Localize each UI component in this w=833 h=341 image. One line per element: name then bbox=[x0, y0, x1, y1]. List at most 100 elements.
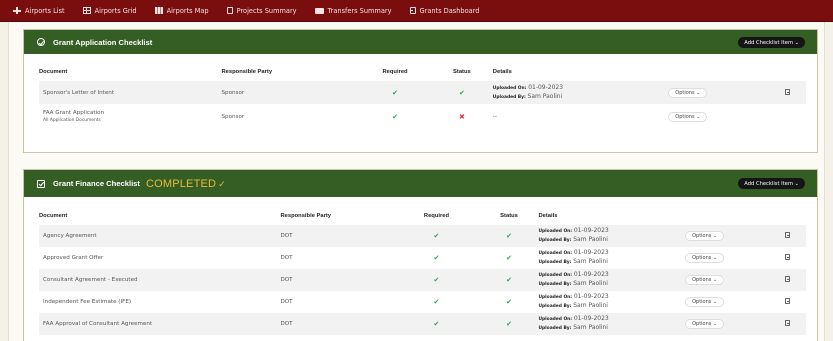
uploaded-on-label: Uploaded On: bbox=[538, 295, 573, 300]
grant-finance-card: Grant Finance Checklist COMPLETED ✓ Add C… bbox=[23, 169, 818, 341]
status-check-icon: ✔ bbox=[506, 276, 512, 284]
nav-label: Airports List bbox=[25, 6, 65, 15]
details-cell: Uploaded On: 01-09-2023 Uploaded By: Sam… bbox=[538, 247, 685, 269]
grid-icon bbox=[82, 7, 91, 14]
top-navigation: Airports List Airports Grid Airports Map… bbox=[0, 0, 833, 22]
document-subtitle: All Application Documents bbox=[43, 118, 101, 123]
circle-check-icon bbox=[37, 38, 45, 46]
responsible-party: Sponsor bbox=[221, 81, 360, 104]
uploaded-on-value: 01-09-2023 bbox=[573, 249, 609, 256]
uploaded-by-value: Sam Paolini bbox=[573, 280, 608, 287]
responsible-party: DOT bbox=[280, 269, 394, 291]
file-icon[interactable] bbox=[784, 276, 790, 282]
responsible-party: DOT bbox=[280, 299, 293, 305]
completed-badge: COMPLETED ✓ bbox=[146, 178, 226, 190]
completed-label: COMPLETED bbox=[145, 177, 217, 190]
required-check-icon: ✔ bbox=[433, 320, 440, 328]
options-button[interactable]: Options ⌄ bbox=[668, 111, 708, 122]
document-name: FAA Grant Application bbox=[43, 110, 105, 116]
table-row: Sponsor's Letter of Intent Sponsor ✔ ✔ U… bbox=[39, 81, 806, 104]
column-header: Responsible Party bbox=[280, 213, 332, 219]
square-check-icon bbox=[37, 179, 45, 188]
nav-grants-dashboard[interactable]: Grants Dashboard bbox=[401, 0, 489, 22]
grant-finance-header: Grant Finance Checklist COMPLETED ✓ Add C… bbox=[24, 170, 817, 197]
file-icon[interactable] bbox=[784, 88, 790, 95]
uploaded-by-label: Uploaded By: bbox=[538, 238, 572, 243]
required-check-icon: ✔ bbox=[433, 232, 440, 240]
add-checklist-item-button[interactable]: Add Checklist Item ⌄ bbox=[738, 178, 805, 189]
card-icon bbox=[314, 7, 324, 14]
details-cell: Uploaded On: 01-09-2023 Uploaded By: Sam… bbox=[538, 225, 686, 247]
nav-label: Airports Grid bbox=[94, 6, 137, 15]
uploaded-on-value: 01-09-2023 bbox=[528, 83, 564, 91]
card-title: Grant Finance Checklist bbox=[53, 179, 140, 188]
required-check-icon: ✔ bbox=[433, 276, 440, 284]
document-name: Independent Fee Estimate (IFE) bbox=[43, 299, 132, 305]
grant-application-header: Grant Application Checklist Add Checklis… bbox=[24, 30, 817, 54]
status-check-icon: ✔ bbox=[506, 298, 512, 306]
options-button[interactable]: Options ⌄ bbox=[685, 275, 725, 285]
details-cell: Uploaded On: 01-09-2023 Uploaded By: Sam… bbox=[538, 291, 685, 313]
options-button[interactable]: Options ⌄ bbox=[685, 231, 725, 241]
grant-finance-table: Document Responsible Party Required Stat… bbox=[39, 207, 806, 335]
responsible-party: DOT bbox=[280, 313, 394, 335]
document-icon bbox=[226, 7, 233, 14]
uploaded-by-label: Uploaded By: bbox=[538, 326, 572, 331]
options-button[interactable]: Options ⌄ bbox=[685, 253, 725, 263]
card-title: Grant Application Checklist bbox=[53, 37, 153, 47]
uploaded-on-value: 01-09-2023 bbox=[573, 315, 609, 322]
grant-application-table: Document Responsible Party Required Stat… bbox=[39, 63, 806, 129]
document-name: Sponsor's Letter of Intent bbox=[39, 81, 222, 104]
nav-projects-summary[interactable]: Projects Summary bbox=[218, 0, 306, 22]
nav-airports-list[interactable]: Airports List bbox=[4, 0, 74, 22]
required-check-icon: ✔ bbox=[392, 88, 398, 97]
options-button[interactable]: Options ⌄ bbox=[668, 87, 708, 98]
column-header: Details bbox=[538, 213, 558, 219]
check-icon: ✓ bbox=[218, 178, 226, 189]
uploaded-by-value: Sam Paolini bbox=[573, 236, 608, 243]
uploaded-on-value: 01-09-2023 bbox=[573, 271, 609, 278]
nav-airports-grid[interactable]: Airports Grid bbox=[74, 0, 146, 22]
uploaded-by-value: Sam Paolini bbox=[527, 92, 563, 100]
document-name: Approved Grant Offer bbox=[43, 255, 104, 261]
plane-icon bbox=[13, 7, 21, 14]
uploaded-by-value: Sam Paolini bbox=[573, 302, 608, 309]
grant-application-card: Grant Application Checklist Add Checklis… bbox=[23, 29, 818, 153]
column-header: Details bbox=[492, 69, 512, 75]
column-header: Required bbox=[423, 213, 450, 219]
table-row: Approved Grant Offer DOT ✔ ✔ Uploaded On… bbox=[39, 247, 806, 269]
options-button[interactable]: Options ⌄ bbox=[685, 297, 725, 307]
file-icon[interactable] bbox=[784, 232, 790, 238]
column-header: Status bbox=[500, 213, 518, 219]
file-icon[interactable] bbox=[784, 254, 790, 260]
file-icon[interactable] bbox=[784, 320, 790, 326]
map-icon bbox=[154, 7, 163, 14]
nav-airports-map[interactable]: Airports Map bbox=[146, 0, 218, 22]
add-checklist-item-button[interactable]: Add Checklist Item ⌄ bbox=[738, 37, 805, 48]
details-cell: -- bbox=[492, 113, 497, 120]
nav-label: Transfers Summary bbox=[327, 6, 392, 15]
status-check-icon: ✔ bbox=[506, 232, 512, 240]
responsible-party: Sponsor bbox=[221, 113, 245, 120]
table-header: Document Responsible Party Required Stat… bbox=[39, 207, 806, 225]
nav-transfers-summary[interactable]: Transfers Summary bbox=[306, 0, 401, 22]
status-check-icon: ✔ bbox=[506, 320, 512, 328]
table-row: FAA Approval of Consultant Agreement DOT… bbox=[39, 313, 806, 335]
uploaded-by-label: Uploaded By: bbox=[538, 304, 572, 309]
table-row: FAA Grant Application All Application Do… bbox=[39, 104, 806, 129]
table-row: Consultant Agreement - Executed DOT ✔ ✔ … bbox=[39, 269, 806, 291]
uploaded-on-label: Uploaded On: bbox=[492, 85, 527, 91]
uploaded-on-label: Uploaded On: bbox=[538, 251, 573, 256]
nav-label: Grants Dashboard bbox=[419, 6, 480, 15]
required-check-icon: ✔ bbox=[433, 254, 440, 262]
details-cell: Uploaded On: 01-09-2023 Uploaded By: Sam… bbox=[538, 269, 686, 291]
options-button[interactable]: Options ⌄ bbox=[685, 319, 725, 329]
uploaded-on-label: Uploaded On: bbox=[538, 317, 573, 322]
uploaded-by-value: Sam Paolini bbox=[573, 258, 608, 265]
uploaded-on-value: 01-09-2023 bbox=[573, 227, 609, 234]
column-header: Status bbox=[453, 69, 471, 75]
uploaded-on-label: Uploaded On: bbox=[538, 229, 573, 234]
file-icon[interactable] bbox=[784, 298, 790, 304]
dashboard-icon bbox=[409, 7, 416, 14]
uploaded-by-label: Uploaded By: bbox=[538, 260, 572, 265]
